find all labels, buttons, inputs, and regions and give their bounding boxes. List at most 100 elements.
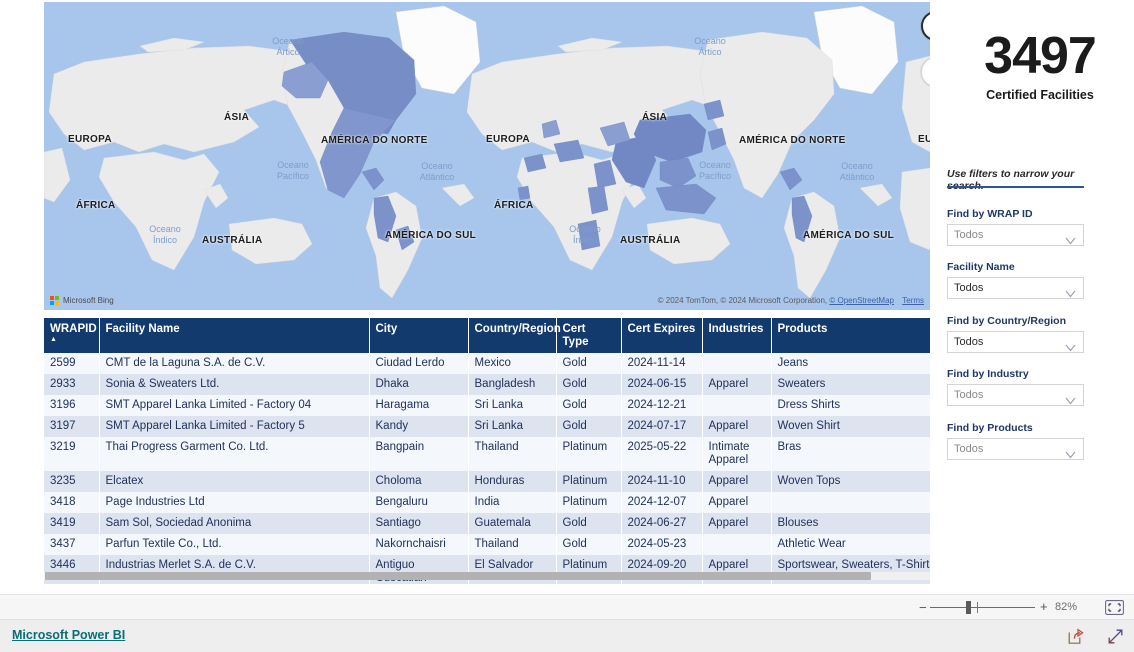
cell-country: India (468, 492, 557, 513)
cell-facility: Thai Progress Garment Co. Ltd. (99, 437, 370, 471)
zoom-slider-tick (977, 602, 978, 613)
share-icon (1068, 628, 1084, 644)
zoom-out-button[interactable]: − (919, 601, 927, 614)
chevron-down-icon (1065, 392, 1076, 410)
table-row[interactable]: 2599 CMT de la Laguna S.A. de C.V. Ciuda… (44, 353, 930, 374)
table-horizontal-scrollbar-thumb[interactable] (45, 572, 871, 580)
table-row[interactable]: 3219 Thai Progress Garment Co. Ltd. Bang… (44, 437, 930, 471)
table-row[interactable]: 3419 Sam Sol, Sociedad Anonima Santiago … (44, 513, 930, 534)
cell-expires: 2024-11-14 (621, 353, 703, 374)
cell-city: Nakornchaisri (369, 534, 469, 555)
column-header-expires[interactable]: Cert Expires (621, 318, 703, 353)
column-header-industries[interactable]: Industries (702, 318, 772, 353)
column-label: Cert Type (562, 323, 589, 348)
cell-industry: Intimate Apparel (702, 437, 772, 471)
chevron-down-icon (1065, 232, 1076, 250)
filters-hint-text: Use filters to narrow your search. (947, 168, 1075, 192)
cell-industry: Apparel (702, 471, 772, 492)
fullscreen-button[interactable] (1106, 627, 1125, 651)
cell-facility: Sam Sol, Sociedad Anonima (99, 513, 370, 534)
kpi-value: 3497 (984, 27, 1097, 85)
kpi-caption: Certified Facilities (986, 88, 1094, 102)
table-row[interactable]: 3437 Parfun Textile Co., Ltd. Nakornchai… (44, 534, 930, 555)
filter-facility-name: Facility Name Todos (947, 261, 1084, 299)
slicer-products[interactable]: Todos (947, 438, 1084, 460)
cell-expires: 2024-07-17 (621, 416, 703, 437)
cell-country: Sri Lanka (468, 395, 557, 416)
cell-certtype: Gold (556, 513, 622, 534)
cell-country: Thailand (468, 534, 557, 555)
filter-label: Find by Products (947, 422, 1033, 434)
cell-expires: 2024-12-07 (621, 492, 703, 513)
cell-products: Athletic Wear (771, 534, 930, 555)
cell-country: Mexico (468, 353, 557, 374)
cell-country: Guatemala (468, 513, 557, 534)
column-header-products[interactable]: Products (771, 318, 930, 353)
column-label: WRAPID (50, 323, 97, 335)
cell-facility: CMT de la Laguna S.A. de C.V. (99, 353, 370, 374)
cell-facility: Sonia & Sweaters Ltd. (99, 374, 370, 395)
cell-wrapid: 3197 (44, 416, 100, 437)
cell-wrapid: 3419 (44, 513, 100, 534)
cell-products: Sweaters (771, 374, 930, 395)
cell-city: Santiago (369, 513, 469, 534)
column-header-wrapid[interactable]: WRAPID ▲ (44, 318, 100, 353)
cell-wrapid: 3235 (44, 471, 100, 492)
zoom-in-button[interactable]: + (1040, 600, 1048, 613)
table-row[interactable]: 3418 Page Industries Ltd Bengaluru India… (44, 492, 930, 513)
openstreetmap-link[interactable]: © OpenStreetMap (829, 296, 894, 305)
slicer-value: Todos (954, 229, 984, 241)
table-row[interactable]: 3235 Elcatex Choloma Honduras Platinum 2… (44, 471, 930, 492)
zoom-percentage: 82% (1055, 601, 1078, 613)
cell-industry (702, 395, 772, 416)
column-header-country[interactable]: Country/Region (468, 318, 561, 353)
table-body: 2599 CMT de la Laguna S.A. de C.V. Ciuda… (44, 353, 930, 584)
column-header-certtype[interactable]: Cert Type (556, 318, 622, 353)
cell-certtype: Gold (556, 534, 622, 555)
cell-expires: 2024-06-27 (621, 513, 703, 534)
cell-expires: 2024-05-23 (621, 534, 703, 555)
slicer-facility-name[interactable]: Todos (947, 277, 1084, 299)
cell-country: Honduras (468, 471, 557, 492)
power-bi-brand-link[interactable]: Microsoft Power BI (12, 628, 125, 642)
column-header-city[interactable]: City (369, 318, 469, 353)
cell-wrapid: 2933 (44, 374, 100, 395)
microsoft-logo-icon (50, 296, 59, 305)
world-map-visual[interactable]: Oceano Ártico Oceano Pacífico Oceano Atlânt… (44, 2, 930, 310)
map-attribution: © 2024 TomTom, © 2024 Microsoft Corporat… (658, 296, 924, 305)
slicer-industry[interactable]: Todos (947, 384, 1084, 406)
table-row[interactable]: 3196 SMT Apparel Lanka Limited - Factory… (44, 395, 930, 416)
cell-industry: Apparel (702, 374, 772, 395)
column-label: Country/Region (474, 323, 561, 335)
filter-label: Find by WRAP ID (947, 208, 1033, 220)
terms-link[interactable]: Terms (902, 296, 924, 305)
filter-label: Find by Industry (947, 368, 1029, 380)
table-row[interactable]: 3197 SMT Apparel Lanka Limited - Factory… (44, 416, 930, 437)
slicer-wrap-id[interactable]: Todos (947, 224, 1084, 246)
table-row[interactable]: 2933 Sonia & Sweaters Ltd. Dhaka Banglad… (44, 374, 930, 395)
cell-certtype: Gold (556, 395, 622, 416)
cell-city: Haragama (369, 395, 469, 416)
cell-expires: 2024-12-21 (621, 395, 703, 416)
cell-country: Thailand (468, 437, 557, 471)
cell-city: Ciudad Lerdo (369, 353, 469, 374)
cell-certtype: Gold (556, 416, 622, 437)
fit-to-page-button[interactable] (1105, 600, 1124, 620)
cell-city: Choloma (369, 471, 469, 492)
power-bi-report-page: Oceano Ártico Oceano Pacífico Oceano Atlânt… (0, 0, 1134, 652)
certified-facilities-table[interactable]: WRAPID ▲ Facility Name City Country/Regi… (44, 318, 930, 584)
slicer-country-region[interactable]: Todos (947, 331, 1084, 353)
slicer-value: Todos (954, 282, 984, 294)
chevron-down-icon (1065, 285, 1076, 303)
minus-icon (929, 65, 931, 80)
filter-products: Find by Products Todos (947, 422, 1084, 460)
zoom-slider-track[interactable] (930, 607, 1035, 608)
cell-city: Kandy (369, 416, 469, 437)
column-header-facility[interactable]: Facility Name (99, 318, 370, 353)
chevron-down-icon (1065, 446, 1076, 464)
cell-industry: Apparel (702, 492, 772, 513)
share-button[interactable] (1066, 627, 1085, 651)
zoom-slider-thumb[interactable] (966, 601, 971, 614)
cell-products: Woven Shirt (771, 416, 930, 437)
cell-facility: Elcatex (99, 471, 370, 492)
